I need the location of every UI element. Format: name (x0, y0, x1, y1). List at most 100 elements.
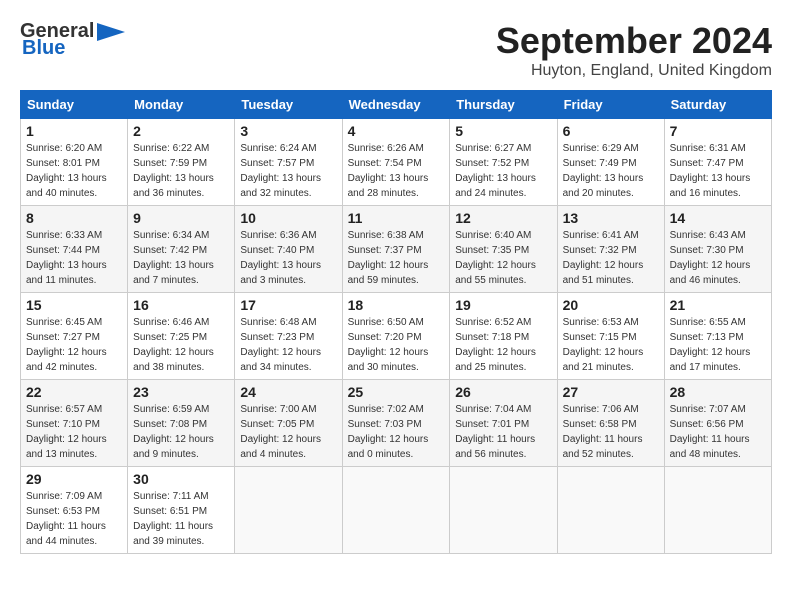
calendar-cell: 28Sunrise: 7:07 AM Sunset: 6:56 PM Dayli… (664, 380, 771, 467)
calendar-cell: 7 Sunrise: 6:31 AM Sunset: 7:47 PM Daylig… (664, 119, 771, 206)
calendar-cell: 23 Sunrise: 6:59 AM Sunset: 7:08 PM Dayli… (128, 380, 235, 467)
calendar-header-row: SundayMondayTuesdayWednesdayThursdayFrid… (21, 91, 772, 119)
calendar-weekday-sunday: Sunday (21, 91, 128, 119)
day-number: 19 (455, 297, 551, 313)
day-number: 27 (563, 384, 659, 400)
day-info: Sunrise: 6:22 AM Sunset: 7:59 PM Dayligh… (133, 141, 229, 201)
calendar-cell: 11 Sunrise: 6:38 AM Sunset: 7:37 PM Dayli… (342, 206, 450, 293)
calendar-cell: 6Sunrise: 6:29 AM Sunset: 7:49 PM Daylig… (557, 119, 664, 206)
day-info: Sunrise: 6:20 AM Sunset: 8:01 PM Dayligh… (26, 141, 122, 201)
day-info: Sunrise: 7:02 AM Sunset: 7:03 PM Dayligh… (348, 402, 445, 462)
calendar-week-row: 1Sunrise: 6:20 AM Sunset: 8:01 PM Daylig… (21, 119, 772, 206)
day-info: Sunrise: 7:00 AM Sunset: 7:05 PM Dayligh… (240, 402, 336, 462)
day-number: 15 (26, 297, 122, 313)
calendar-cell: 9Sunrise: 6:34 AM Sunset: 7:42 PM Daylig… (128, 206, 235, 293)
day-number: 10 (240, 210, 336, 226)
day-number: 28 (670, 384, 766, 400)
day-number: 7 (670, 123, 766, 139)
day-info: Sunrise: 7:11 AM Sunset: 6:51 PM Dayligh… (133, 489, 229, 549)
title-area: September 2024 Huyton, England, United K… (496, 20, 772, 80)
calendar-week-row: 29 Sunrise: 7:09 AM Sunset: 6:53 PM Dayli… (21, 467, 772, 554)
day-info: Sunrise: 6:50 AM Sunset: 7:20 PM Dayligh… (348, 315, 445, 375)
day-info: Sunrise: 6:52 AM Sunset: 7:18 PM Dayligh… (455, 315, 551, 375)
day-info: Sunrise: 6:46 AM Sunset: 7:25 PM Dayligh… (133, 315, 229, 375)
calendar-table: SundayMondayTuesdayWednesdayThursdayFrid… (20, 90, 772, 554)
calendar-cell: 21 Sunrise: 6:55 AM Sunset: 7:13 PM Dayli… (664, 293, 771, 380)
logo: General Blue (20, 20, 125, 60)
calendar-cell: 19 Sunrise: 6:52 AM Sunset: 7:18 PM Dayli… (450, 293, 557, 380)
calendar-cell: 17Sunrise: 6:48 AM Sunset: 7:23 PM Dayli… (235, 293, 342, 380)
day-info: Sunrise: 6:33 AM Sunset: 7:44 PM Dayligh… (26, 228, 122, 288)
day-info: Sunrise: 6:26 AM Sunset: 7:54 PM Dayligh… (348, 141, 445, 201)
calendar-cell (557, 467, 664, 554)
day-number: 14 (670, 210, 766, 226)
calendar-week-row: 15Sunrise: 6:45 AM Sunset: 7:27 PM Dayli… (21, 293, 772, 380)
day-number: 11 (348, 210, 445, 226)
day-number: 4 (348, 123, 445, 139)
calendar-cell: 26Sunrise: 7:04 AM Sunset: 7:01 PM Dayli… (450, 380, 557, 467)
calendar-cell: 16 Sunrise: 6:46 AM Sunset: 7:25 PM Dayli… (128, 293, 235, 380)
calendar-cell: 15Sunrise: 6:45 AM Sunset: 7:27 PM Dayli… (21, 293, 128, 380)
calendar-week-row: 22 Sunrise: 6:57 AM Sunset: 7:10 PM Dayli… (21, 380, 772, 467)
day-info: Sunrise: 6:34 AM Sunset: 7:42 PM Dayligh… (133, 228, 229, 288)
day-number: 2 (133, 123, 229, 139)
day-number: 21 (670, 297, 766, 313)
calendar-cell: 14 Sunrise: 6:43 AM Sunset: 7:30 PM Dayli… (664, 206, 771, 293)
day-number: 24 (240, 384, 336, 400)
day-number: 16 (133, 297, 229, 313)
day-number: 17 (240, 297, 336, 313)
calendar-cell: 27 Sunrise: 7:06 AM Sunset: 6:58 PM Dayli… (557, 380, 664, 467)
calendar-cell (664, 467, 771, 554)
logo-blue: Blue (22, 37, 65, 60)
day-info: Sunrise: 7:06 AM Sunset: 6:58 PM Dayligh… (563, 402, 659, 462)
day-info: Sunrise: 6:59 AM Sunset: 7:08 PM Dayligh… (133, 402, 229, 462)
calendar-weekday-tuesday: Tuesday (235, 91, 342, 119)
day-info: Sunrise: 6:24 AM Sunset: 7:57 PM Dayligh… (240, 141, 336, 201)
day-info: Sunrise: 6:55 AM Sunset: 7:13 PM Dayligh… (670, 315, 766, 375)
logo-arrow-icon (97, 23, 125, 41)
day-info: Sunrise: 6:53 AM Sunset: 7:15 PM Dayligh… (563, 315, 659, 375)
calendar-cell: 20 Sunrise: 6:53 AM Sunset: 7:15 PM Dayli… (557, 293, 664, 380)
day-info: Sunrise: 7:09 AM Sunset: 6:53 PM Dayligh… (26, 489, 122, 549)
calendar-cell (342, 467, 450, 554)
day-number: 23 (133, 384, 229, 400)
calendar-weekday-saturday: Saturday (664, 91, 771, 119)
day-number: 29 (26, 471, 122, 487)
calendar-cell (450, 467, 557, 554)
calendar-cell: 24 Sunrise: 7:00 AM Sunset: 7:05 PM Dayli… (235, 380, 342, 467)
page-subtitle: Huyton, England, United Kingdom (496, 62, 772, 80)
day-number: 20 (563, 297, 659, 313)
calendar-cell: 25 Sunrise: 7:02 AM Sunset: 7:03 PM Dayli… (342, 380, 450, 467)
calendar-cell: 8 Sunrise: 6:33 AM Sunset: 7:44 PM Daylig… (21, 206, 128, 293)
calendar-weekday-monday: Monday (128, 91, 235, 119)
day-number: 13 (563, 210, 659, 226)
day-info: Sunrise: 6:57 AM Sunset: 7:10 PM Dayligh… (26, 402, 122, 462)
calendar-cell: 3 Sunrise: 6:24 AM Sunset: 7:57 PM Daylig… (235, 119, 342, 206)
day-number: 25 (348, 384, 445, 400)
day-info: Sunrise: 6:31 AM Sunset: 7:47 PM Dayligh… (670, 141, 766, 201)
day-number: 3 (240, 123, 336, 139)
calendar-cell: 18Sunrise: 6:50 AM Sunset: 7:20 PM Dayli… (342, 293, 450, 380)
day-info: Sunrise: 6:43 AM Sunset: 7:30 PM Dayligh… (670, 228, 766, 288)
calendar-cell: 30 Sunrise: 7:11 AM Sunset: 6:51 PM Dayli… (128, 467, 235, 554)
day-number: 6 (563, 123, 659, 139)
day-info: Sunrise: 6:38 AM Sunset: 7:37 PM Dayligh… (348, 228, 445, 288)
calendar-cell: 12Sunrise: 6:40 AM Sunset: 7:35 PM Dayli… (450, 206, 557, 293)
calendar-cell: 2 Sunrise: 6:22 AM Sunset: 7:59 PM Daylig… (128, 119, 235, 206)
day-number: 30 (133, 471, 229, 487)
day-number: 5 (455, 123, 551, 139)
day-info: Sunrise: 6:27 AM Sunset: 7:52 PM Dayligh… (455, 141, 551, 201)
calendar-week-row: 8 Sunrise: 6:33 AM Sunset: 7:44 PM Daylig… (21, 206, 772, 293)
calendar-cell (235, 467, 342, 554)
page-header: General Blue September 2024 Huyton, Engl… (20, 20, 772, 80)
day-number: 8 (26, 210, 122, 226)
day-number: 22 (26, 384, 122, 400)
calendar-cell: 13 Sunrise: 6:41 AM Sunset: 7:32 PM Dayli… (557, 206, 664, 293)
calendar-cell: 29 Sunrise: 7:09 AM Sunset: 6:53 PM Dayli… (21, 467, 128, 554)
calendar-weekday-friday: Friday (557, 91, 664, 119)
calendar-weekday-wednesday: Wednesday (342, 91, 450, 119)
calendar-cell: 22 Sunrise: 6:57 AM Sunset: 7:10 PM Dayli… (21, 380, 128, 467)
day-number: 26 (455, 384, 551, 400)
day-info: Sunrise: 6:41 AM Sunset: 7:32 PM Dayligh… (563, 228, 659, 288)
day-number: 12 (455, 210, 551, 226)
